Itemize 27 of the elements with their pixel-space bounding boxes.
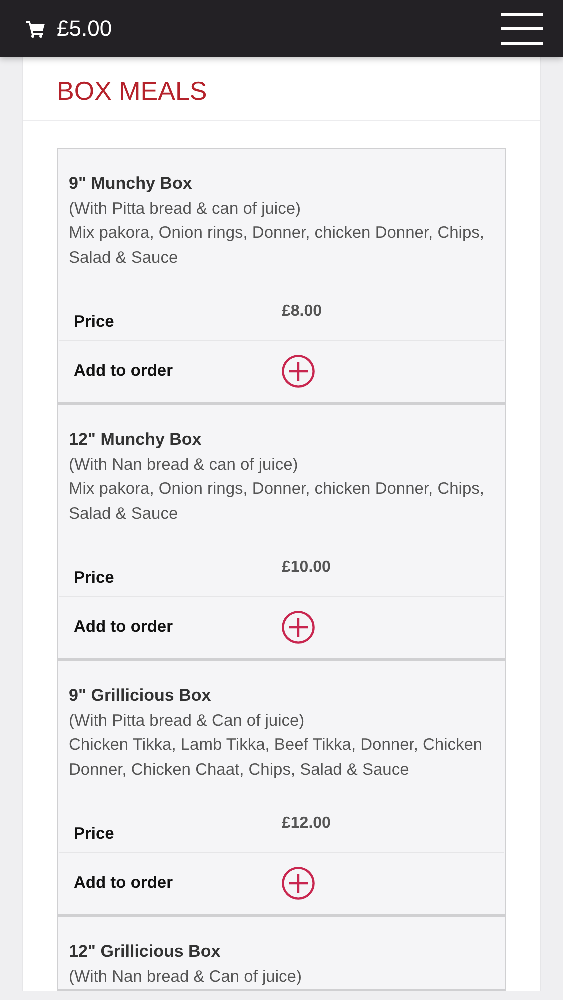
- price-label: Price: [74, 569, 116, 589]
- item-name: 9" Munchy Box: [69, 173, 194, 195]
- item-name: 9" Grillicious Box: [69, 685, 212, 707]
- add-icon[interactable]: [282, 611, 315, 644]
- item-price: £8.00: [282, 302, 324, 321]
- item-description: Mix pakora, Onion rings, Donner, chicken Donner, Chips, Salad & Sauce: [69, 223, 486, 268]
- menu-icon[interactable]: [501, 12, 543, 44]
- add-to-order-label: Add to order: [74, 362, 174, 381]
- item-subtitle: (With Pitta bread & Can of juice): [69, 710, 306, 732]
- item-description: Mix pakora, Onion rings, Donner, chicken Donner, Chips, Salad & Sauce: [69, 479, 486, 524]
- price-label: Price: [74, 825, 116, 845]
- cart-icon[interactable]: [26, 20, 46, 38]
- add-to-order-label: Add to order: [74, 618, 174, 637]
- item-subtitle: (With Nan bread & Can of juice): [69, 966, 303, 988]
- add-icon[interactable]: [282, 867, 315, 900]
- cart-total: £5.00: [57, 16, 112, 42]
- price-label: Price: [74, 313, 116, 333]
- section-title: BOX MEALS: [23, 57, 540, 121]
- item-subtitle: (With Nan bread & can of juice): [69, 454, 300, 476]
- item-price: £12.00: [282, 814, 332, 833]
- item-subtitle: (With Pitta bread & can of juice): [69, 198, 302, 220]
- item-price: £10.00: [282, 558, 332, 577]
- add-to-order-label: Add to order: [74, 874, 174, 893]
- add-icon[interactable]: [282, 355, 315, 388]
- item-name: 12" Grillicious Box: [69, 941, 222, 963]
- item-name: 12" Munchy Box: [69, 429, 203, 451]
- item-description: Chicken Tikka, Lamb Tikka, Beef Tikka, Donner, Chicken Donner, Chicken Chaat, Chips, Salad & Sauce: [69, 735, 484, 780]
